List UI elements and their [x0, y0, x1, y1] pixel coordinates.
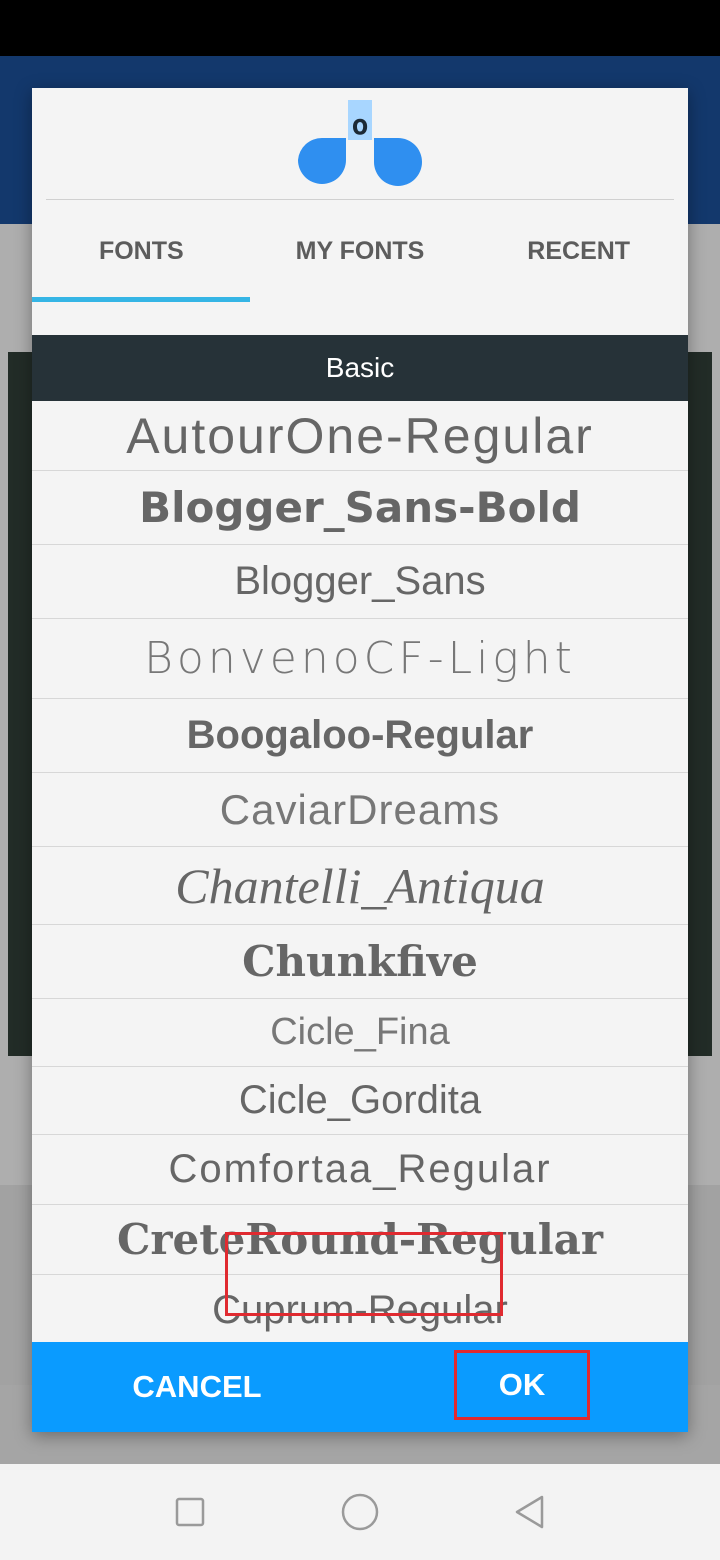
tab-bar: FONTS MY FONTS RECENT — [32, 200, 688, 302]
font-item-label: Boogaloo-Regular — [186, 713, 534, 757]
font-item-selected[interactable]: Chunkfive — [32, 925, 688, 999]
font-item-label: Cuprum-Regular — [212, 1288, 508, 1332]
font-item[interactable]: CreteRound-Regular — [32, 1205, 688, 1275]
tab-my-fonts[interactable]: MY FONTS — [251, 200, 470, 302]
font-item-label: Chunkfive — [242, 937, 478, 986]
font-picker-dialog: o FONTS MY FONTS RECENT Basic AutourOne-… — [32, 88, 688, 1432]
font-item-label: Cicle_Gordita — [238, 1078, 482, 1122]
font-item-label: Blogger_Sans — [234, 559, 486, 603]
font-item[interactable]: Comfortaa_Regular — [32, 1135, 688, 1205]
font-app-logo-icon: o — [296, 100, 424, 204]
ok-button[interactable]: OK — [454, 1350, 590, 1420]
font-item[interactable]: Cicle_Fina — [32, 999, 688, 1067]
font-item[interactable]: Cicle_Gordita — [32, 1067, 688, 1135]
tab-recent[interactable]: RECENT — [469, 200, 688, 302]
font-item-label: Cicle_Fina — [270, 1011, 450, 1053]
font-item-label: Blogger_Sans-Bold — [139, 483, 581, 532]
font-item-label: AutourOne-Regular — [126, 407, 594, 464]
font-item-label: CreteRound-Regular — [116, 1215, 603, 1264]
font-item-label: BonvenoCF-Light — [144, 633, 576, 684]
home-icon[interactable] — [340, 1492, 380, 1532]
status-bar — [0, 0, 720, 56]
system-nav-bar — [0, 1464, 720, 1560]
font-item[interactable]: CaviarDreams — [32, 773, 688, 847]
font-item-label: Comfortaa_Regular — [168, 1147, 552, 1191]
font-item[interactable]: Blogger_Sans — [32, 545, 688, 619]
section-header: Basic — [32, 335, 688, 401]
recent-apps-icon[interactable] — [170, 1492, 210, 1532]
font-item[interactable]: BonvenoCF-Light — [32, 619, 688, 699]
back-icon[interactable] — [510, 1492, 550, 1532]
svg-text:o: o — [352, 108, 369, 141]
font-item-label: CaviarDreams — [219, 785, 501, 833]
tab-fonts[interactable]: FONTS — [32, 200, 251, 302]
font-item[interactable]: Blogger_Sans-Bold — [32, 471, 688, 545]
font-list[interactable]: AutourOne-Regular Blogger_Sans-Bold Blog… — [32, 401, 688, 1343]
font-item[interactable]: Chantelli_Antiqua — [32, 847, 688, 925]
section-title: Basic — [325, 352, 395, 383]
dialog-button-bar: CANCEL OK — [32, 1342, 688, 1432]
font-item[interactable]: AutourOne-Regular — [32, 401, 688, 471]
font-item[interactable]: Cuprum-Regular — [32, 1275, 688, 1343]
font-item-label: Chantelli_Antiqua — [175, 857, 545, 914]
cancel-button[interactable]: CANCEL — [92, 1342, 302, 1432]
font-item[interactable]: Boogaloo-Regular — [32, 699, 688, 773]
